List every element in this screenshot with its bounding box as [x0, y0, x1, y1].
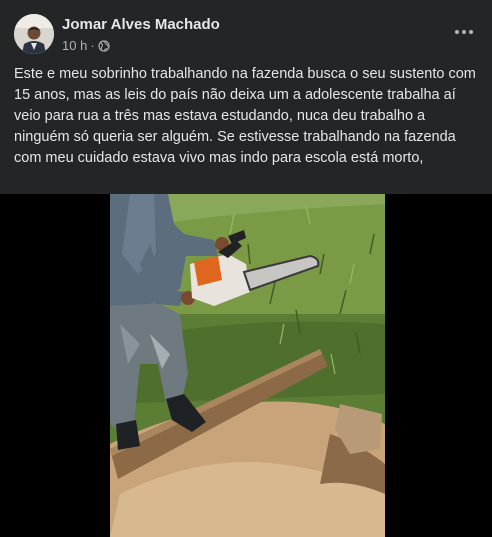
post-header: Jomar Alves Machado 10 h · [0, 0, 492, 60]
video-frame [110, 194, 385, 537]
more-options-button[interactable] [452, 20, 476, 44]
facebook-post: Jomar Alves Machado 10 h · Este e meu so… [0, 0, 492, 537]
avatar-image [14, 14, 54, 54]
post-text: Este e meu sobrinho trabalhando na fazen… [14, 66, 476, 166]
globe-icon [98, 39, 110, 52]
author-name[interactable]: Jomar Alves Machado [62, 16, 220, 33]
post-video[interactable] [0, 194, 492, 537]
meta-separator: · [90, 38, 95, 53]
more-options-icon [455, 30, 473, 34]
post-meta: 10 h · [62, 38, 110, 53]
author-avatar[interactable] [14, 14, 54, 54]
post-timestamp[interactable]: 10 h [62, 38, 87, 53]
